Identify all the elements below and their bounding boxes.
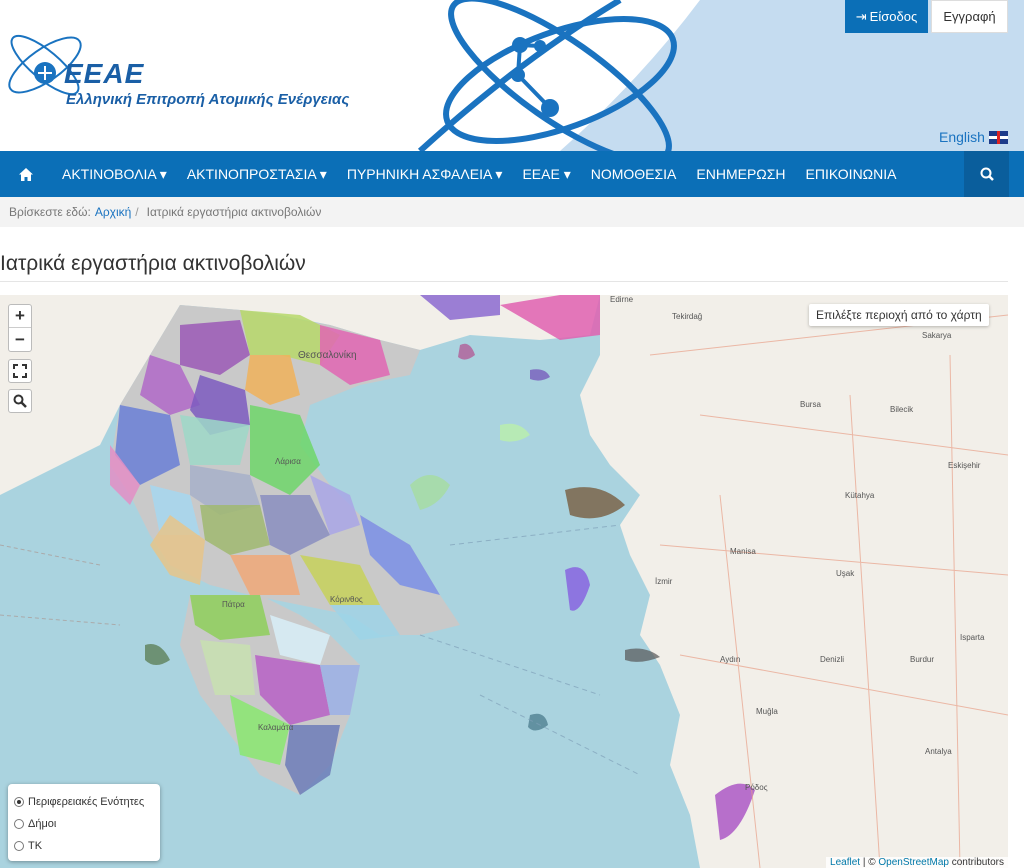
- zoom-control: + −: [8, 304, 32, 352]
- layer-regional-units-label: Περιφερειακές Ενότητες: [28, 796, 145, 808]
- radio-postal-codes[interactable]: [14, 841, 24, 851]
- osm-link[interactable]: OpenStreetMap: [878, 857, 949, 868]
- breadcrumb: Βρίσκεστε εδώ: Αρχική / Ιατρικά εργαστήρ…: [0, 197, 1024, 227]
- map-label-burdur: Burdur: [910, 655, 935, 664]
- magnifier-icon: [13, 394, 27, 408]
- language-switch[interactable]: English: [939, 129, 1008, 145]
- map-label-thessaloniki: Θεσσαλονίκη: [298, 350, 357, 361]
- login-button[interactable]: ⇥ Είσοδος: [845, 0, 928, 33]
- logo-title[interactable]: ΕΕΑΕ: [64, 58, 144, 90]
- breadcrumb-prefix: Βρίσκεστε εδώ:: [9, 205, 91, 219]
- map-search-button[interactable]: [8, 389, 32, 413]
- map-label-eskisehir: Eskişehir: [948, 461, 981, 470]
- map-canvas[interactable]: Θεσσαλονίκη Λάρισα Πάτρα Κόρινθος Καλαμά…: [0, 295, 1008, 868]
- home-button[interactable]: [0, 151, 52, 197]
- map-label-usak: Uşak: [836, 569, 855, 578]
- layer-postal-codes-label: ΤΚ: [28, 840, 43, 852]
- nav-nuclear-safety[interactable]: ΠΥΡΗΝΙΚΗ ΑΣΦΑΛΕΙΑ ▾: [337, 151, 513, 197]
- map-label-mugla: Muğla: [756, 707, 778, 716]
- map-label-bursa: Bursa: [800, 400, 821, 409]
- title-divider: [0, 281, 1008, 282]
- map-label-rodos: Ρόδος: [745, 783, 768, 792]
- map-label-bilecik: Bilecik: [890, 405, 914, 414]
- page-title: Ιατρικά εργαστήρια ακτινοβολιών: [0, 252, 306, 275]
- nav-radiation-protection[interactable]: ΑΚΤΙΝΟΠΡΟΣΤΑΣΙΑ ▾: [177, 151, 337, 197]
- map-tiles: [0, 295, 1008, 868]
- map-label-izmir: İzmir: [655, 577, 673, 586]
- radio-regional-units[interactable]: [14, 797, 24, 807]
- uk-flag-icon: [988, 130, 1008, 144]
- map-label-manisa: Manisa: [730, 547, 756, 556]
- site-header: ΕΕΑΕ Ελληνική Επιτροπή Ατομικής Ενέργεια…: [0, 0, 1024, 151]
- nav-contact[interactable]: ΕΠΙΚΟΙΝΩΝΙΑ: [796, 151, 907, 197]
- nav-news[interactable]: ΕΝΗΜΕΡΩΣΗ: [686, 151, 795, 197]
- leaflet-link[interactable]: Leaflet: [830, 857, 860, 868]
- select-region-hint: Επιλέξτε περιοχή από το χάρτη: [809, 304, 989, 326]
- map-label-patra: Πάτρα: [222, 600, 245, 609]
- layer-postal-codes[interactable]: ΤΚ: [14, 835, 154, 857]
- map-label-aydin: Aydın: [720, 655, 741, 664]
- nav-eeae[interactable]: ΕΕΑΕ ▾: [512, 151, 580, 197]
- layer-municipalities[interactable]: Δήμοι: [14, 813, 154, 835]
- attribution-suffix: contributors: [948, 857, 1004, 868]
- nav-radiation[interactable]: ΑΚΤΙΝΟΒΟΛΙΑ ▾: [52, 151, 177, 197]
- breadcrumb-current: Ιατρικά εργαστήρια ακτινοβολιών: [146, 205, 322, 219]
- layer-regional-units[interactable]: Περιφερειακές Ενότητες: [14, 791, 154, 813]
- logo-subtitle: Ελληνική Επιτροπή Ατομικής Ενέργειας: [66, 91, 350, 108]
- map-label-antalya: Antalya: [925, 747, 952, 756]
- register-button[interactable]: Εγγραφή: [931, 0, 1008, 33]
- map-label-kutahya: Kütahya: [845, 491, 875, 500]
- zoom-in-button[interactable]: +: [9, 305, 31, 328]
- search-icon: [980, 167, 994, 181]
- language-label: English: [939, 129, 985, 145]
- map-label-larisa: Λάρισα: [275, 457, 301, 466]
- main-nav: ΑΚΤΙΝΟΒΟΛΙΑ ▾ ΑΚΤΙΝΟΠΡΟΣΤΑΣΙΑ ▾ ΠΥΡΗΝΙΚΗ…: [0, 151, 1024, 197]
- map-label-tekirdag: Tekirdağ: [672, 312, 703, 321]
- map-label-denizli: Denizli: [820, 655, 845, 664]
- search-button[interactable]: [964, 151, 1009, 197]
- map-label-edirne: Edirne: [610, 295, 634, 304]
- map-label-kalamata: Καλαμάτα: [258, 723, 294, 732]
- zoom-out-button[interactable]: −: [9, 328, 31, 351]
- login-label: Είσοδος: [869, 9, 918, 24]
- breadcrumb-home-link[interactable]: Αρχική: [95, 205, 131, 219]
- radio-municipalities[interactable]: [14, 819, 24, 829]
- layer-municipalities-label: Δήμοι: [28, 818, 57, 830]
- home-icon: [19, 167, 33, 181]
- map-label-korinthos: Κόρινθος: [330, 595, 363, 604]
- breadcrumb-separator: /: [135, 205, 139, 219]
- layer-selector: Περιφερειακές Ενότητες Δήμοι ΤΚ: [8, 784, 160, 861]
- map-attribution: Leaflet | © OpenStreetMap contributors: [826, 857, 1008, 868]
- fullscreen-button[interactable]: [8, 359, 32, 383]
- map-label-isparta: Isparta: [960, 633, 985, 642]
- map-label-sakarya: Sakarya: [922, 331, 952, 340]
- fullscreen-icon: [13, 364, 27, 378]
- attribution-separator: | ©: [860, 857, 879, 868]
- nav-legislation[interactable]: ΝΟΜΟΘΕΣΙΑ: [581, 151, 687, 197]
- login-icon: ⇥: [855, 8, 867, 24]
